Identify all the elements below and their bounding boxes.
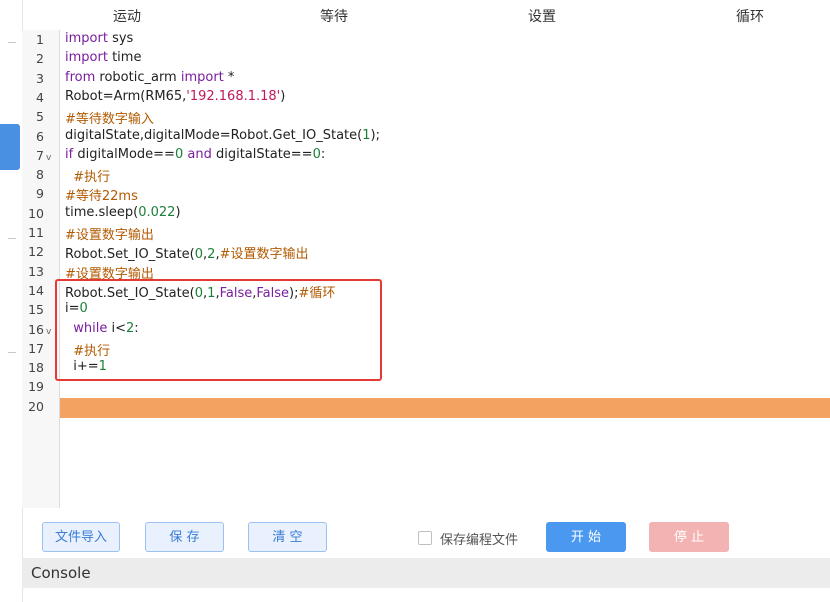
line-number: 3: [36, 70, 44, 86]
code-line[interactable]: Robot=Arm(RM65,'192.168.1.18'): [65, 89, 285, 104]
line-number: 20: [28, 398, 44, 414]
menu-item-settings[interactable]: 设置: [528, 6, 556, 26]
clear-button[interactable]: 清 空: [248, 522, 327, 552]
code-token: );: [370, 127, 380, 143]
line-number: 6: [36, 128, 44, 144]
line-number: 4: [36, 89, 44, 105]
line-number: 7: [36, 147, 44, 163]
code-token: sys: [107, 31, 134, 46]
active-nav-indicator[interactable]: [0, 124, 20, 170]
line-number: 12: [28, 244, 44, 260]
start-button[interactable]: 开 始: [546, 522, 626, 552]
action-bar: 文件导入 保 存 清 空 保存编程文件 开 始 停 止: [22, 514, 830, 560]
line-number: 1: [36, 32, 44, 47]
code-token: digitalState==: [211, 146, 313, 162]
line-number: 15: [28, 302, 44, 318]
line-number: 9: [36, 186, 44, 202]
code-token: 1: [362, 127, 371, 143]
code-token: *: [223, 69, 235, 85]
code-token: #等待数字输入: [65, 112, 154, 128]
code-line[interactable]: import time: [65, 50, 141, 65]
code-editor[interactable]: 1 2 3 4 5 6 7 v 8 9 10 11 12 13 14 15 16 v 17 18 19 20 import…: [22, 30, 830, 508]
block-menu-bar: 运动 等待 设置 循环: [22, 0, 830, 30]
save-program-file-label: 保存编程文件: [440, 533, 519, 548]
fold-toggle-icon[interactable]: v: [46, 153, 51, 163]
code-token: digitalMode==: [73, 146, 175, 162]
code-line[interactable]: #设置数字输出: [65, 224, 154, 243]
line-number: 13: [28, 263, 44, 279]
line-number: 5: [36, 109, 44, 125]
code-token: 0: [312, 146, 321, 162]
code-token: if: [65, 146, 74, 162]
line-number: 17: [28, 340, 44, 356]
line-number: 18: [28, 360, 44, 376]
code-token: robotic_arm: [95, 69, 181, 85]
code-token: 0.022: [138, 204, 176, 220]
code-token: and: [187, 146, 212, 162]
code-line[interactable]: #等待22ms: [65, 185, 138, 204]
code-token: digitalState,digitalMode=Robot.Get_IO_St…: [65, 127, 363, 143]
menu-item-loop[interactable]: 循环: [736, 6, 764, 26]
code-line[interactable]: if digitalMode==0 and digitalState==0:: [65, 147, 325, 162]
code-token: Robot.Set_IO_State(: [65, 247, 195, 263]
code-token: ): [280, 88, 286, 104]
code-line[interactable]: time.sleep(0.022): [65, 205, 181, 220]
save-button[interactable]: 保 存: [145, 522, 224, 552]
code-line[interactable]: digitalState,digitalMode=Robot.Get_IO_St…: [65, 128, 380, 143]
code-token: 0: [174, 146, 184, 162]
code-token: #执行: [65, 170, 111, 186]
line-number: 10: [28, 205, 44, 221]
console-title: Console: [31, 564, 91, 582]
import-file-button[interactable]: 文件导入: [42, 522, 120, 552]
menu-item-motion[interactable]: 运动: [113, 6, 141, 26]
stop-button[interactable]: 停 止: [649, 522, 729, 552]
line-number: 16: [28, 321, 44, 337]
selection-annotation-box: [55, 279, 382, 381]
code-line[interactable]: import sys: [65, 31, 133, 46]
code-line[interactable]: from robotic_arm import *: [65, 70, 234, 85]
code-token: #等待22ms: [65, 189, 138, 205]
code-token: 0: [194, 247, 204, 263]
code-token: ): [175, 204, 181, 220]
menu-item-wait[interactable]: 等待: [320, 6, 348, 26]
code-token: time: [107, 50, 142, 66]
line-number: 11: [28, 225, 44, 240]
save-program-file-checkbox[interactable]: [418, 531, 432, 545]
code-line[interactable]: #执行: [65, 166, 110, 185]
nav-tick: [8, 42, 16, 43]
code-token: time.sleep(: [65, 204, 139, 220]
code-token: import: [180, 69, 224, 85]
line-number: 19: [28, 379, 44, 395]
left-sidebar-strip: [0, 0, 23, 602]
code-line[interactable]: #等待数字输入: [65, 108, 154, 127]
fold-toggle-icon[interactable]: v: [46, 327, 51, 337]
line-number: 8: [36, 167, 44, 183]
code-token: :: [320, 146, 326, 162]
code-token: #设置数字输出: [219, 247, 309, 263]
code-token: import: [65, 31, 108, 46]
line-number: 2: [36, 51, 44, 67]
nav-tick: [8, 238, 16, 239]
code-token: Robot=Arm(RM65,: [65, 88, 187, 104]
code-area[interactable]: import sys import time from robotic_arm im…: [60, 30, 830, 508]
code-token: from: [65, 69, 96, 85]
console-panel: Console: [22, 558, 830, 588]
nav-tick: [8, 352, 16, 353]
code-line[interactable]: Robot.Set_IO_State(0,2,#设置数字输出: [65, 243, 308, 262]
code-token: '192.168.1.18': [186, 88, 281, 104]
line-number-gutter: 1 2 3 4 5 6 7 v 8 9 10 11 12 13 14 15 16 v 17 18 19 20: [22, 30, 60, 508]
code-token: #设置数字输出: [65, 228, 154, 243]
line-number: 14: [28, 282, 44, 298]
code-token: import: [65, 50, 108, 66]
